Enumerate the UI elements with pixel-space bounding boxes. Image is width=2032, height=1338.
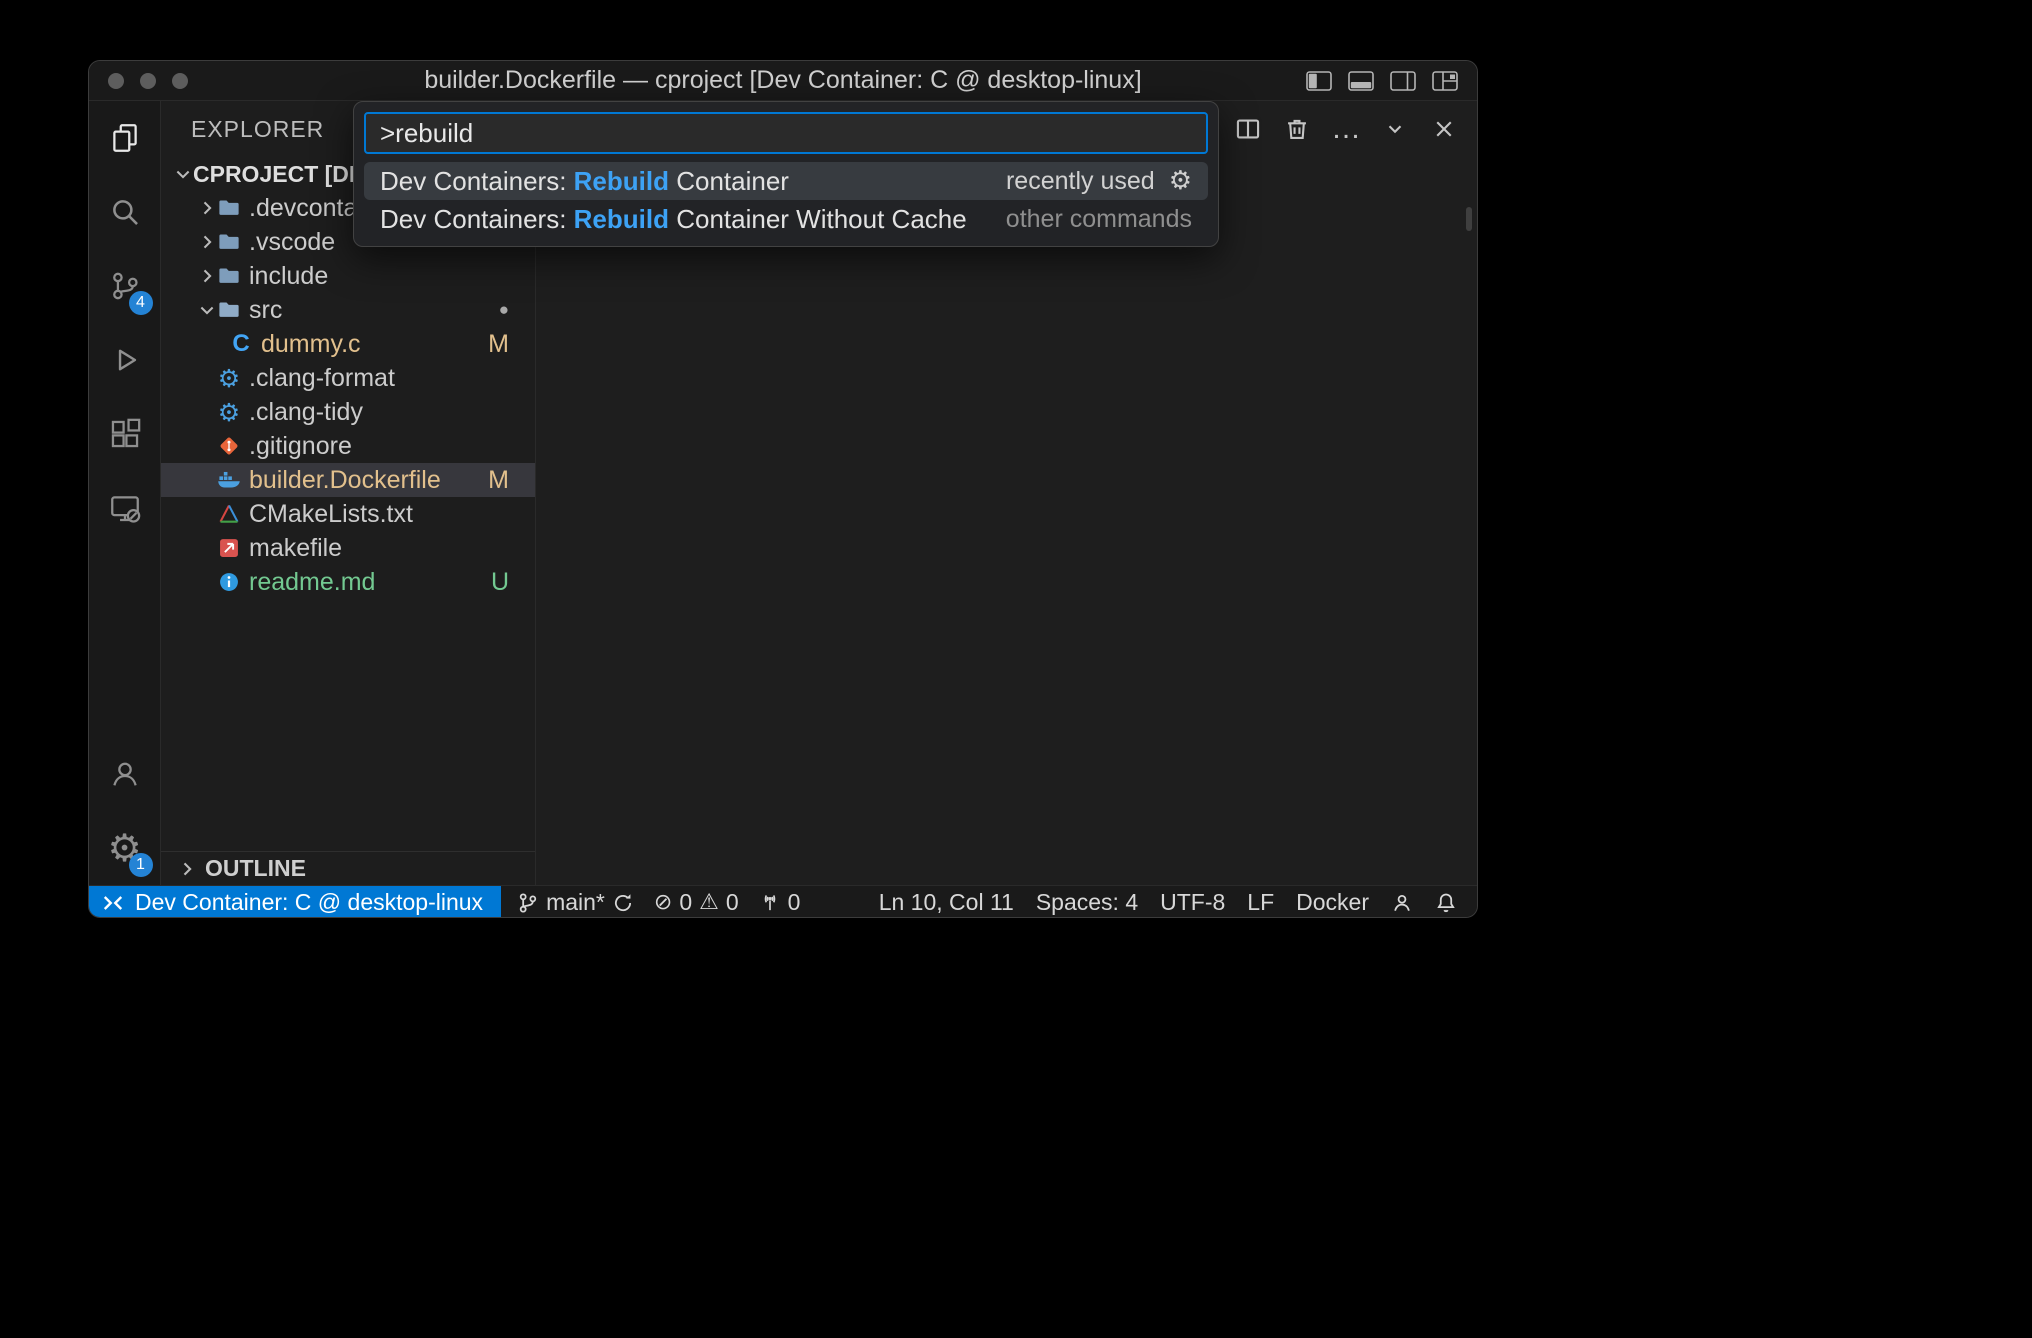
extensions-activity-icon[interactable] bbox=[89, 397, 161, 471]
command-palette: Dev Containers: Rebuild Container recent… bbox=[353, 101, 1219, 247]
chevron-down-icon bbox=[197, 300, 217, 320]
language-mode-status[interactable]: Docker bbox=[1286, 889, 1379, 916]
chevron-right-icon bbox=[177, 859, 197, 879]
warning-icon: ⚠ bbox=[699, 892, 719, 914]
desktop-background: builder.Dockerfile — cproject [Dev Conta… bbox=[0, 0, 2032, 1338]
outline-section-header[interactable]: OUTLINE bbox=[161, 851, 535, 885]
tree-item-builder-dockerfile[interactable]: builder.Dockerfile M bbox=[161, 463, 535, 497]
gear-file-icon: ⚙ bbox=[217, 400, 241, 425]
maximize-panel-chevron-icon[interactable] bbox=[1380, 114, 1410, 144]
split-panel-icon[interactable] bbox=[1233, 114, 1263, 144]
folder-icon bbox=[217, 231, 241, 253]
error-icon: ⊘ bbox=[654, 892, 672, 914]
command-item-meta: other commands bbox=[1006, 205, 1192, 234]
close-window-button[interactable] bbox=[108, 73, 124, 89]
remote-indicator[interactable]: Dev Container: C @ desktop-linux bbox=[89, 886, 501, 918]
c-file-icon: C bbox=[229, 330, 253, 358]
tree-item-src[interactable]: src ● bbox=[161, 293, 535, 327]
tree-item-clang-format[interactable]: ⚙ .clang-format bbox=[161, 361, 535, 395]
title-bar: builder.Dockerfile — cproject [Dev Conta… bbox=[89, 61, 1477, 101]
customize-layout-icon[interactable] bbox=[1431, 69, 1459, 93]
cmake-icon bbox=[217, 503, 241, 525]
window-title: builder.Dockerfile — cproject [Dev Conta… bbox=[424, 66, 1141, 95]
run-debug-activity-icon[interactable] bbox=[89, 323, 161, 397]
activity-bar: 4 bbox=[89, 101, 161, 885]
command-palette-list: Dev Containers: Rebuild Container recent… bbox=[364, 162, 1208, 238]
configure-keybinding-gear-icon[interactable]: ⚙ bbox=[1169, 168, 1192, 194]
chevron-right-icon bbox=[197, 198, 217, 218]
tree-item-clang-tidy[interactable]: ⚙ .clang-tidy bbox=[161, 395, 535, 429]
tree-item-cmakelists[interactable]: CMakeLists.txt bbox=[161, 497, 535, 531]
info-icon bbox=[217, 571, 241, 593]
ports-status[interactable]: 0 bbox=[749, 889, 811, 916]
search-activity-icon[interactable] bbox=[89, 175, 161, 249]
more-actions-icon[interactable]: … bbox=[1331, 114, 1361, 144]
toggle-panel-icon[interactable] bbox=[1347, 69, 1375, 93]
tree-item-dummy-c[interactable]: C dummy.c M bbox=[161, 327, 535, 361]
radio-tower-icon bbox=[759, 892, 781, 914]
minimize-window-button[interactable] bbox=[140, 73, 156, 89]
folder-open-icon bbox=[217, 299, 241, 321]
scm-badge: 4 bbox=[129, 291, 153, 315]
git-branch-status[interactable]: main* bbox=[507, 889, 644, 916]
branch-icon bbox=[517, 892, 539, 914]
command-item-rebuild-container[interactable]: Dev Containers: Rebuild Container recent… bbox=[364, 162, 1208, 200]
tree-item-include[interactable]: include bbox=[161, 259, 535, 293]
status-bar: Dev Container: C @ desktop-linux main* ⊘… bbox=[89, 885, 1477, 918]
vscode-window: builder.Dockerfile — cproject [Dev Conta… bbox=[88, 60, 1478, 918]
sync-icon bbox=[612, 892, 634, 914]
cursor-position-status[interactable]: Ln 10, Col 11 bbox=[869, 889, 1024, 916]
remote-explorer-activity-icon[interactable] bbox=[89, 471, 161, 545]
feedback-icon[interactable] bbox=[1381, 892, 1423, 914]
gear-file-icon: ⚙ bbox=[217, 366, 241, 391]
command-palette-input[interactable] bbox=[364, 112, 1208, 154]
settings-badge: 1 bbox=[129, 853, 153, 877]
close-panel-icon[interactable] bbox=[1429, 114, 1459, 144]
command-item-rebuild-container-no-cache[interactable]: Dev Containers: Rebuild Container Withou… bbox=[364, 200, 1208, 238]
folder-icon bbox=[217, 197, 241, 219]
docker-icon bbox=[217, 470, 241, 490]
tree-item-gitignore[interactable]: .gitignore bbox=[161, 429, 535, 463]
editor-scrollbar[interactable] bbox=[1466, 207, 1472, 231]
problems-status[interactable]: ⊘ 0 ⚠ 0 bbox=[644, 889, 749, 916]
eol-status[interactable]: LF bbox=[1237, 889, 1284, 916]
tree-item-readme[interactable]: readme.md U bbox=[161, 565, 535, 599]
remote-icon bbox=[101, 892, 125, 914]
indentation-status[interactable]: Spaces: 4 bbox=[1026, 889, 1148, 916]
tree-item-makefile[interactable]: makefile bbox=[161, 531, 535, 565]
chevron-right-icon bbox=[197, 232, 217, 252]
traffic-lights bbox=[108, 73, 188, 89]
notifications-bell-icon[interactable] bbox=[1425, 892, 1467, 914]
folder-icon bbox=[217, 265, 241, 287]
accounts-activity-icon[interactable] bbox=[89, 737, 161, 811]
makefile-icon bbox=[217, 537, 241, 559]
zoom-window-button[interactable] bbox=[172, 73, 188, 89]
settings-gear-icon[interactable]: ⚙ 1 bbox=[89, 811, 161, 885]
encoding-status[interactable]: UTF-8 bbox=[1150, 889, 1235, 916]
source-control-activity-icon[interactable]: 4 bbox=[89, 249, 161, 323]
command-item-meta: recently used bbox=[1006, 167, 1155, 196]
toggle-sidebar-icon[interactable] bbox=[1305, 69, 1333, 93]
explorer-activity-icon[interactable] bbox=[89, 101, 161, 175]
toggle-secondary-sidebar-icon[interactable] bbox=[1389, 69, 1417, 93]
git-icon bbox=[217, 435, 241, 457]
chevron-right-icon bbox=[197, 266, 217, 286]
trash-icon[interactable] bbox=[1282, 114, 1312, 144]
chevron-down-icon bbox=[173, 164, 193, 184]
